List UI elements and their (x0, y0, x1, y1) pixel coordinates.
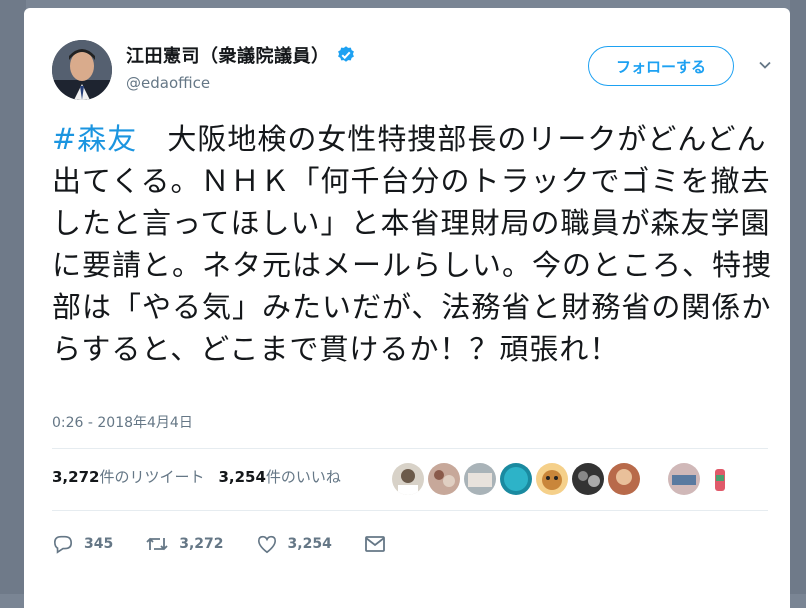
liker-avatar[interactable] (572, 463, 604, 495)
verified-badge-icon (337, 46, 354, 62)
like-count: 3,254 (287, 536, 332, 552)
engagement-stats: 3,272 件のリツイート 3,254 件のいいね (52, 466, 355, 487)
liker-avatar[interactable] (428, 463, 460, 495)
reply-button[interactable]: 345 (52, 534, 113, 554)
reply-icon (53, 535, 73, 554)
display-name[interactable]: 江田憲司（衆議院議員） (126, 42, 330, 68)
like-stat[interactable]: 3,254 件のいいね (218, 466, 340, 487)
liker-avatar[interactable] (464, 463, 496, 495)
tweet-card: 江田憲司（衆議院議員） @edaoffice フォローする #森友 大阪地検の女… (24, 8, 790, 608)
background-right (790, 0, 806, 594)
action-bar: 345 3,272 3,254 (52, 534, 428, 554)
user-handle[interactable]: @edaoffice (126, 74, 210, 92)
divider (52, 448, 768, 449)
liker-avatar[interactable] (704, 463, 736, 495)
hashtag-link[interactable]: #森友 (52, 122, 137, 156)
heart-icon (257, 535, 276, 554)
retweet-stat-label: 件のリツイート (99, 468, 205, 486)
liker-avatar[interactable] (500, 463, 532, 495)
like-stat-count: 3,254 (218, 468, 266, 486)
direct-message-button[interactable] (364, 535, 396, 553)
follow-button[interactable]: フォローする (588, 46, 734, 86)
chevron-down-icon[interactable] (758, 58, 772, 72)
retweet-count: 3,272 (179, 536, 224, 552)
retweet-stat-count: 3,272 (52, 468, 100, 486)
retweet-icon (146, 537, 168, 551)
avatar[interactable] (52, 40, 112, 100)
tweet-body: 大阪地検の女性特捜部長のリークがどんどん出てくる。ＮＨＫ「何千台分のトラックでゴ… (52, 122, 773, 366)
name-row: 江田憲司（衆議院議員） (126, 42, 356, 68)
retweet-stat[interactable]: 3,272 件のリツイート (52, 466, 204, 487)
liker-avatar[interactable] (536, 463, 568, 495)
envelope-icon (364, 536, 385, 552)
reply-count: 345 (84, 536, 114, 552)
liker-avatar[interactable] (668, 463, 700, 495)
tweet-header: 江田憲司（衆議院議員） @edaoffice フォローする (52, 38, 772, 104)
liker-avatar[interactable] (392, 463, 424, 495)
like-button[interactable]: 3,254 (256, 534, 332, 554)
like-stat-label: 件のいいね (265, 468, 341, 486)
liker-avatar[interactable] (608, 463, 640, 495)
divider (52, 510, 768, 511)
retweet-button[interactable]: 3,272 (145, 535, 224, 553)
tweet-text: #森友 大阪地検の女性特捜部長のリークがどんどん出てくる。ＮＨＫ「何千台分のトラ… (52, 118, 772, 370)
tweet-timestamp[interactable]: 0:26 - 2018年4月4日 (52, 412, 193, 432)
background-left (0, 0, 26, 594)
